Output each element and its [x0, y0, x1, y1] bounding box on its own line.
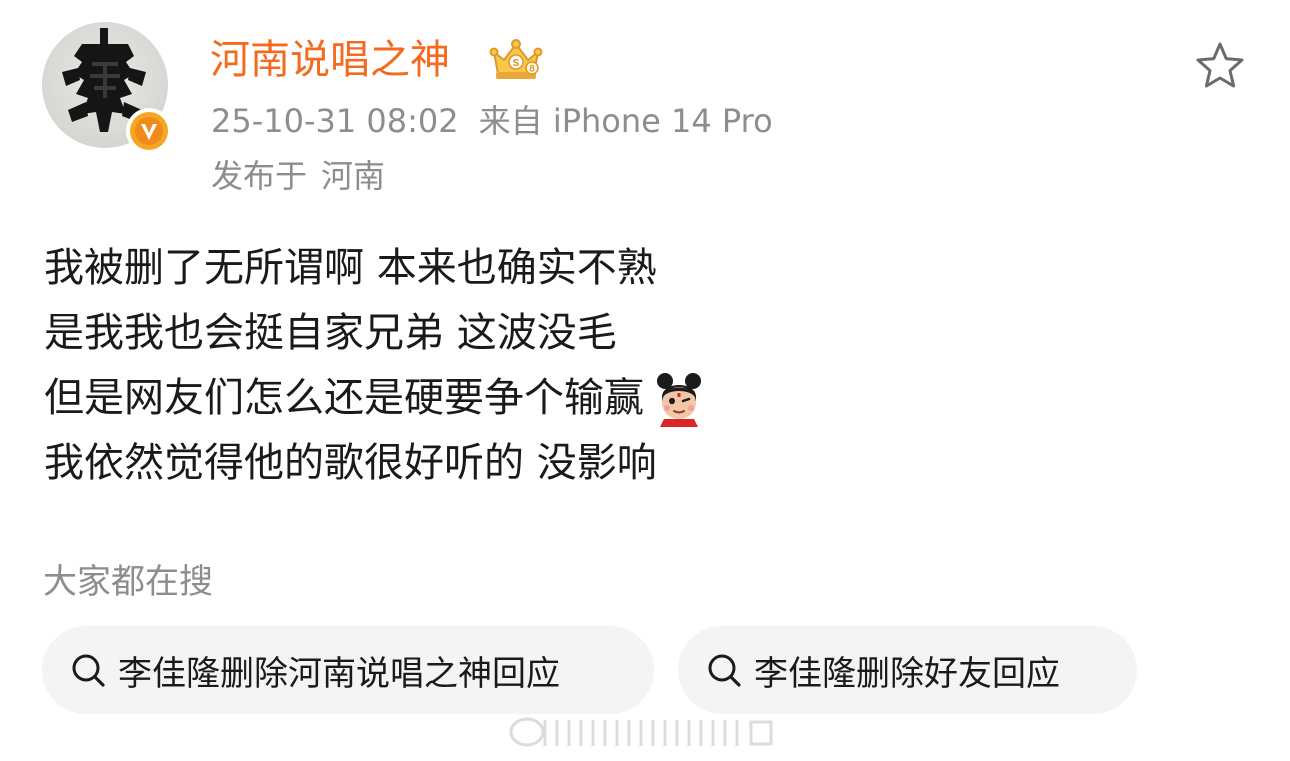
chip-label: 李佳隆删除河南说唱之神回应: [118, 653, 560, 694]
post-meta: 25-10-31 08:02 来自 iPhone 14 Pro: [211, 101, 793, 141]
post-line-1: 我被删了无所谓啊 本来也确实不熟: [44, 236, 1244, 301]
post-text: 我依然觉得他的歌很好听的 没影响: [44, 440, 657, 486]
post-content: 我被删了无所谓啊 本来也确实不熟 是我我也会挺自家兄弟 这波没毛 但是网友们怎么…: [44, 236, 1244, 496]
location-prefix: 发布于: [211, 157, 308, 195]
chip-label: 李佳隆删除好友回应: [754, 653, 1060, 694]
post-line-3: 但是网友们怎么还是硬要争个输赢: [44, 366, 1244, 431]
star-icon: [1196, 42, 1244, 88]
verified-v-icon: [130, 112, 168, 150]
post-text: 是我我也会挺自家兄弟 这波没毛: [44, 310, 617, 356]
watermark: [509, 717, 773, 747]
search-icon: [708, 654, 741, 687]
svg-text:S: S: [512, 58, 519, 69]
post-timestamp: 25-10-31 08:02: [211, 102, 459, 140]
nezha-emoji: [657, 372, 701, 427]
svg-text:8: 8: [529, 65, 535, 75]
crown-badge-icon[interactable]: S 8: [488, 38, 544, 82]
post-text: 但是网友们怎么还是硬要争个输赢: [44, 375, 644, 421]
verified-badge: [126, 108, 172, 154]
post-location-line: 发布于 河南: [211, 156, 385, 196]
post-text: 我被删了无所谓啊 本来也确实不熟: [44, 245, 657, 291]
search-icon: [72, 654, 105, 687]
post-source: 来自 iPhone 14 Pro: [478, 102, 773, 140]
post-location: 河南: [321, 157, 386, 195]
favorite-button[interactable]: [1192, 38, 1248, 94]
trending-search-chip[interactable]: 李佳隆删除河南说唱之神回应: [42, 626, 654, 714]
username[interactable]: 河南说唱之神: [210, 34, 450, 86]
trending-search-header: 大家都在搜: [43, 562, 213, 602]
post-line-2: 是我我也会挺自家兄弟 这波没毛: [44, 301, 1244, 366]
post-line-4: 我依然觉得他的歌很好听的 没影响: [44, 431, 1244, 496]
trending-search-chip[interactable]: 李佳隆删除好友回应: [678, 626, 1137, 714]
